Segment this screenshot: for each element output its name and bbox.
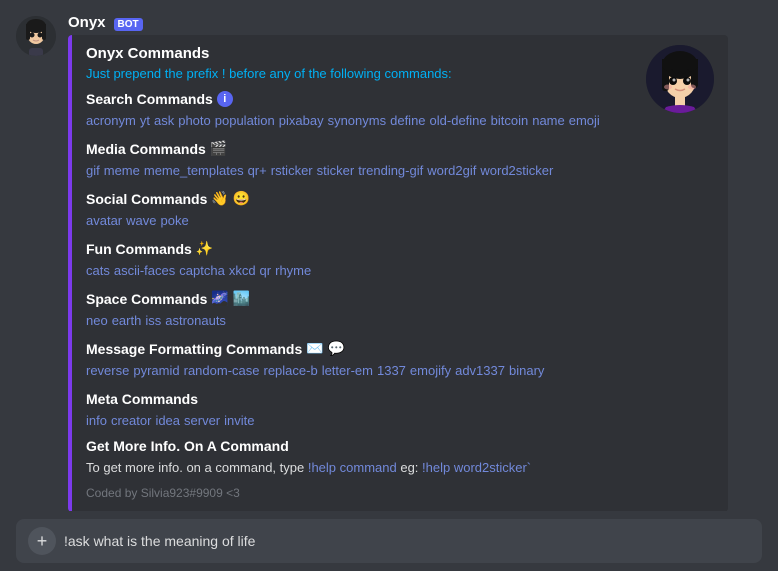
message-container: Onyx BOT (16, 10, 762, 511)
social-icon: 👋 (211, 190, 228, 207)
get-more-before: To get more info. on a command, type (86, 460, 308, 475)
section-heading-media: Media Commands 🎬 (86, 140, 714, 157)
bot-username: Onyx (68, 14, 106, 31)
section-commands-media: gifmemememe_templatesqr+rstickerstickert… (86, 160, 714, 182)
get-more-highlight: !help command (308, 460, 397, 475)
section-heading-space: Space Commands 🌌 🏙️ (86, 290, 714, 307)
add-attachment-button[interactable]: + (28, 527, 56, 555)
input-area[interactable]: + (16, 519, 762, 563)
section-title-space: Space Commands (86, 291, 207, 307)
section-heading-message: Message Formatting Commands ✉️ 💬 (86, 340, 714, 357)
message-input[interactable] (64, 533, 750, 549)
embed-subtitle: Just prepend the prefix ! before any of … (86, 66, 714, 81)
message-icon2: 💬 (328, 340, 345, 357)
message-body: Onyx BOT (68, 14, 762, 511)
get-more-section: Get More Info. On A Command To get more … (86, 438, 714, 479)
section-commands-fun: catsascii-facescaptchaxkcdqrrhyme (86, 260, 714, 282)
embed-thumbnail (646, 45, 714, 113)
fun-icon: ✨ (196, 240, 213, 257)
section-title-social: Social Commands (86, 191, 207, 207)
section-title-search: Search Commands (86, 91, 213, 107)
section-title-meta: Meta Commands (86, 391, 198, 407)
message-icon: ✉️ (306, 340, 323, 357)
get-more-example: !help word2sticker` (422, 460, 531, 475)
section-title-media: Media Commands (86, 141, 206, 157)
get-more-middle: eg: (397, 460, 422, 475)
section-heading-search: Search Commands i (86, 91, 714, 107)
sections-container: Search Commands i acronymytaskphotopopul… (86, 91, 714, 432)
section-commands-social: avatarwavepoke (86, 210, 714, 232)
social-icon2: 😀 (233, 190, 250, 207)
section-heading-meta: Meta Commands (86, 391, 714, 407)
section-commands-meta: infocreatorideaserverinvite (86, 410, 714, 432)
get-more-title: Get More Info. On A Command (86, 438, 714, 454)
get-more-text: To get more info. on a command, type !he… (86, 458, 714, 479)
chat-area: Onyx BOT (0, 0, 778, 511)
embed: Onyx Commands Just prepend the prefix ! … (68, 35, 728, 511)
section-heading-social: Social Commands 👋 😀 (86, 190, 714, 207)
section-title-message: Message Formatting Commands (86, 341, 302, 357)
section-commands-space: neoearthissastronauts (86, 310, 714, 332)
bot-tag: BOT (114, 18, 143, 31)
media-icon: 🎬 (210, 140, 227, 157)
embed-title: Onyx Commands (86, 45, 714, 62)
username-row: Onyx BOT (68, 14, 762, 31)
space-icon: 🌌 (211, 290, 228, 307)
section-commands-message: reversepyramidrandom-casereplace-bletter… (86, 360, 714, 382)
section-commands-search: acronymytaskphotopopulationpixabaysynony… (86, 110, 714, 132)
section-title-fun: Fun Commands (86, 241, 192, 257)
avatar (16, 16, 56, 56)
space-icon2: 🏙️ (233, 290, 250, 307)
coded-by: Coded by Silvia923#9909 <3 (86, 486, 714, 500)
section-heading-fun: Fun Commands ✨ (86, 240, 714, 257)
info-icon: i (217, 91, 233, 107)
plus-icon: + (37, 531, 48, 552)
avatar-area (16, 14, 56, 511)
